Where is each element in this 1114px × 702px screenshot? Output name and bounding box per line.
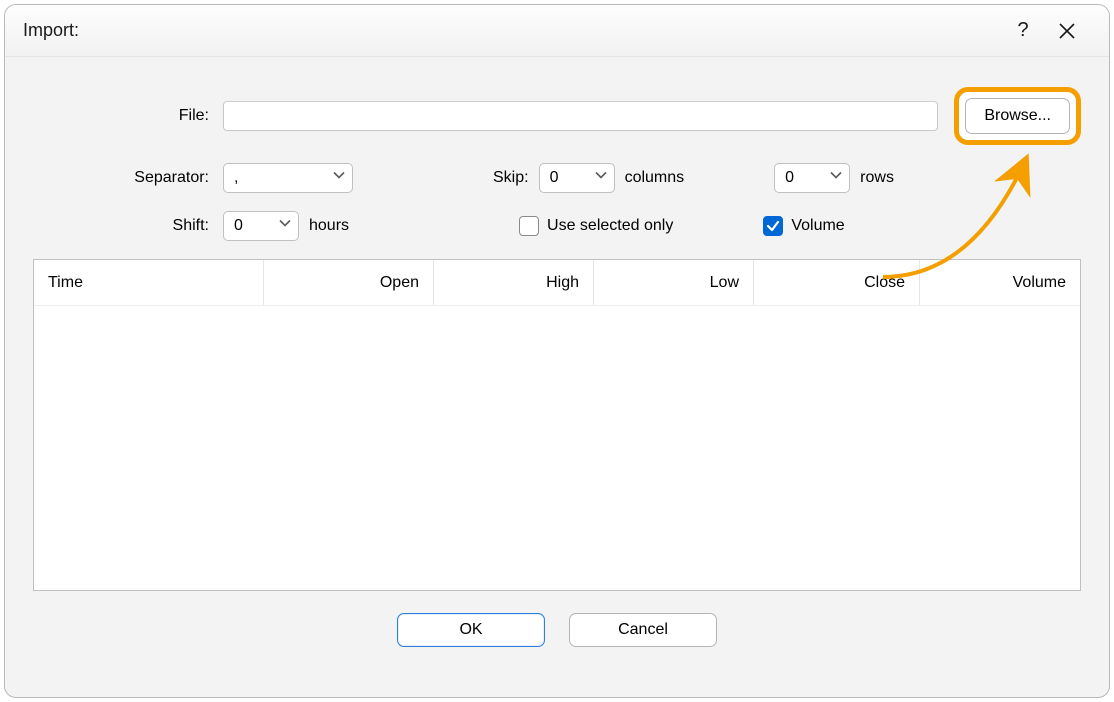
- separator-select[interactable]: ,: [223, 163, 353, 193]
- label-hours: hours: [309, 217, 349, 235]
- dialog-title: Import:: [23, 20, 79, 41]
- cancel-button[interactable]: Cancel: [569, 613, 717, 647]
- preview-table: Time Open High Low Close Volume: [33, 259, 1081, 591]
- col-volume[interactable]: Volume: [920, 260, 1080, 305]
- skip-columns-value: 0: [550, 169, 559, 187]
- browse-highlight: Browse...: [954, 87, 1081, 145]
- label-file: File:: [33, 107, 213, 125]
- label-skip: Skip:: [493, 169, 529, 187]
- col-close[interactable]: Close: [754, 260, 920, 305]
- volume-label: Volume: [791, 217, 844, 235]
- ok-button[interactable]: OK: [397, 613, 545, 647]
- dialog-content: File: Browse... Separator: , Skip: 0: [5, 57, 1109, 667]
- help-icon[interactable]: ?: [1001, 5, 1045, 57]
- browse-button[interactable]: Browse...: [965, 98, 1070, 134]
- import-dialog: Import: ? File: Browse... Separator: ,: [4, 4, 1110, 698]
- row-shift-options: Shift: 0 hours Use selected only Vol: [33, 211, 1081, 241]
- file-input[interactable]: [223, 101, 938, 131]
- col-low[interactable]: Low: [594, 260, 754, 305]
- col-time[interactable]: Time: [34, 260, 264, 305]
- close-icon[interactable]: [1045, 5, 1089, 57]
- form-area: File: Browse... Separator: , Skip: 0: [33, 87, 1081, 241]
- volume-checkbox[interactable]: Volume: [763, 216, 844, 236]
- label-rows: rows: [860, 169, 894, 187]
- chevron-down-icon: [829, 169, 843, 188]
- label-columns: columns: [625, 169, 685, 187]
- skip-rows-value: 0: [785, 169, 794, 187]
- separator-value: ,: [234, 169, 238, 187]
- label-separator: Separator:: [33, 169, 213, 187]
- titlebar: Import: ?: [5, 5, 1109, 57]
- chevron-down-icon: [278, 217, 292, 236]
- skip-rows-select[interactable]: 0: [774, 163, 850, 193]
- shift-select[interactable]: 0: [223, 211, 299, 241]
- use-selected-label: Use selected only: [547, 217, 673, 235]
- chevron-down-icon: [332, 169, 346, 188]
- chevron-down-icon: [594, 169, 608, 188]
- row-separator-skip: Separator: , Skip: 0 columns 0 ro: [33, 163, 1081, 193]
- checkbox-box: [519, 216, 539, 236]
- checkbox-box-checked: [763, 216, 783, 236]
- table-header-row: Time Open High Low Close Volume: [34, 260, 1080, 306]
- label-shift: Shift:: [33, 217, 213, 235]
- dialog-footer: OK Cancel: [33, 613, 1081, 647]
- col-high[interactable]: High: [434, 260, 594, 305]
- row-file: File: Browse...: [33, 87, 1081, 145]
- use-selected-checkbox[interactable]: Use selected only: [519, 216, 673, 236]
- col-open[interactable]: Open: [264, 260, 434, 305]
- shift-value: 0: [234, 217, 243, 235]
- skip-columns-select[interactable]: 0: [539, 163, 615, 193]
